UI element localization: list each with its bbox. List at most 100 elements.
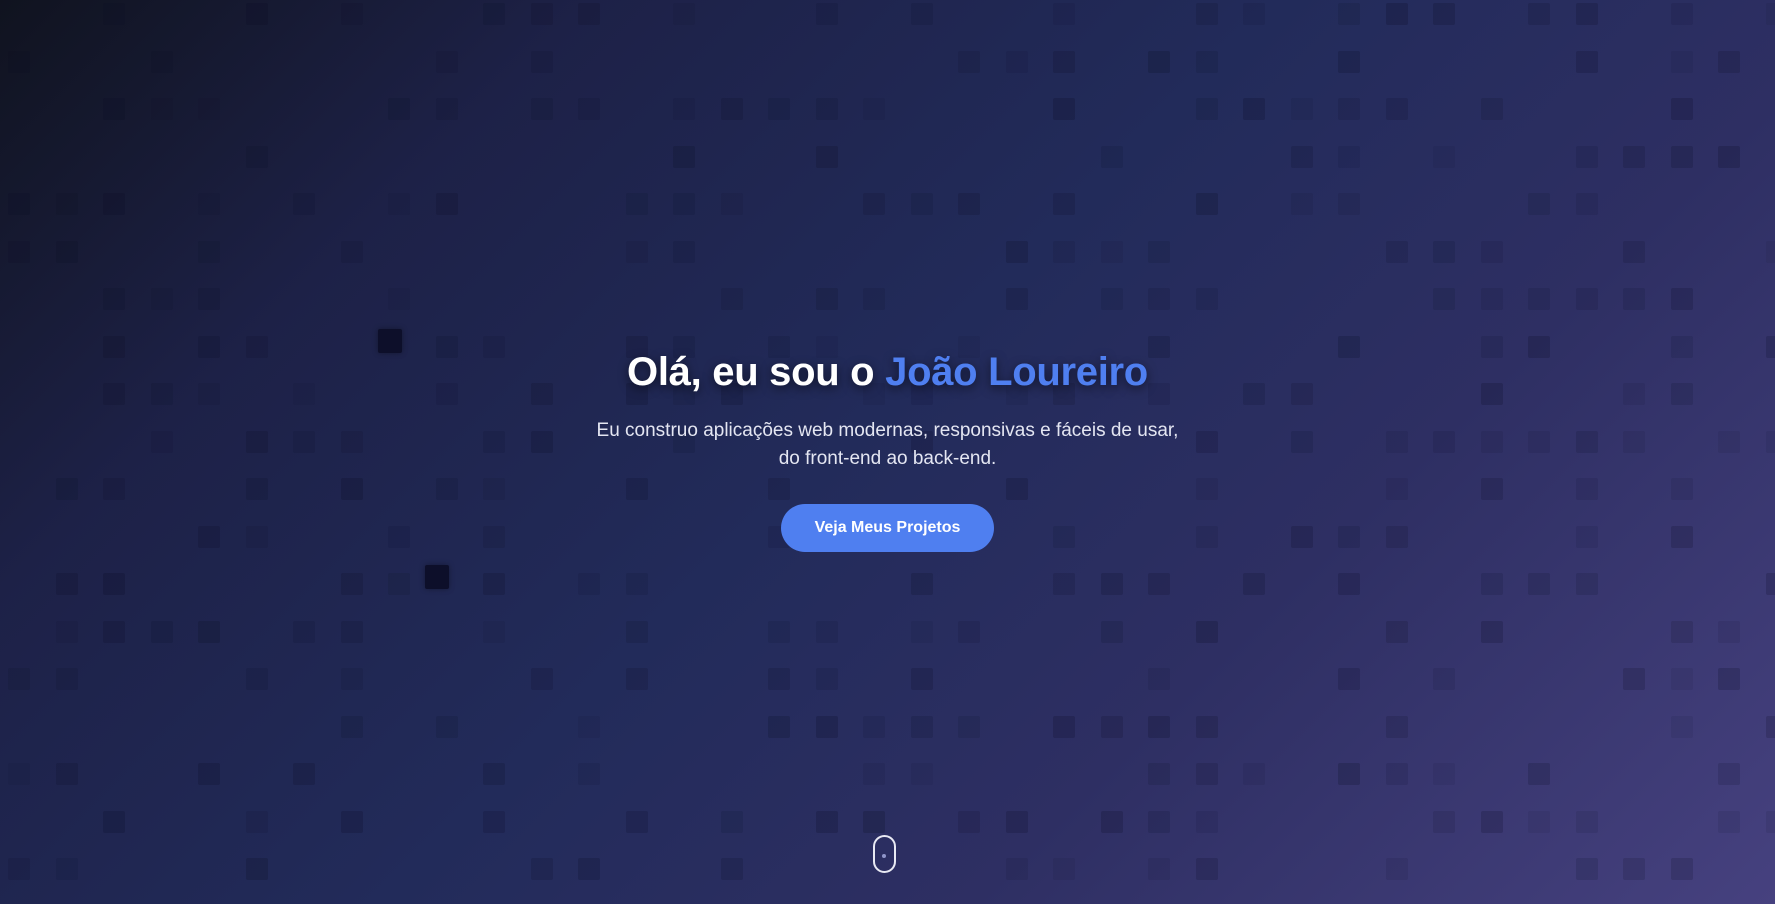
background-tile <box>198 240 220 263</box>
background-tile-highlight <box>425 565 449 589</box>
background-tile <box>8 763 30 785</box>
background-tile <box>720 810 743 833</box>
background-tile <box>1385 858 1408 880</box>
hero-subtitle-line-1: Eu construo aplicações web modernas, res… <box>596 420 1179 441</box>
background-tile <box>1148 50 1170 73</box>
background-tile <box>1433 668 1455 690</box>
background-tile <box>340 620 363 643</box>
background-tile <box>625 193 648 215</box>
background-tile <box>293 620 315 643</box>
background-tile <box>1338 50 1360 73</box>
background-tile <box>1053 50 1075 73</box>
hero-title: Olá, eu sou o João Loureiro <box>0 350 1775 395</box>
background-tile <box>958 715 980 738</box>
background-tile <box>150 620 173 643</box>
background-tile <box>103 810 125 833</box>
background-tile <box>435 50 458 73</box>
background-tile <box>1338 145 1360 168</box>
background-tile <box>673 145 695 168</box>
hero-section: Olá, eu sou o João Loureiro Eu construo … <box>0 350 1775 552</box>
background-tile <box>388 573 410 595</box>
background-tile <box>1765 3 1775 25</box>
background-tile <box>1100 810 1123 833</box>
background-tile <box>103 288 125 310</box>
background-tile <box>8 50 30 73</box>
background-tile <box>815 288 838 310</box>
background-tile <box>1765 240 1775 263</box>
background-tile <box>1385 763 1408 785</box>
background-tile <box>1480 620 1503 643</box>
background-tile <box>958 620 980 643</box>
background-tile <box>1433 288 1455 310</box>
background-tile <box>1765 715 1775 738</box>
background-tile <box>720 288 743 310</box>
background-tile <box>1385 620 1408 643</box>
background-tile <box>815 620 838 643</box>
background-tile <box>388 193 410 215</box>
background-tile <box>55 668 78 690</box>
background-tile <box>198 620 220 643</box>
background-tile <box>530 668 553 690</box>
view-projects-button[interactable]: Veja Meus Projetos <box>781 504 994 552</box>
mouse-scroll-icon[interactable] <box>873 835 896 873</box>
background-tile <box>1053 3 1075 25</box>
background-tile <box>1148 715 1170 738</box>
background-tile <box>1005 50 1028 73</box>
background-tile <box>1528 193 1550 215</box>
background-tile <box>1670 145 1693 168</box>
background-tile <box>720 858 743 880</box>
background-tile <box>958 50 980 73</box>
background-tile <box>815 3 838 25</box>
background-tile <box>1670 668 1693 690</box>
background-tile <box>1575 50 1598 73</box>
background-tile <box>8 858 30 880</box>
background-tile <box>245 145 268 168</box>
background-tile <box>1053 98 1075 120</box>
background-tile <box>958 193 980 215</box>
background-tile <box>863 715 885 738</box>
background-tile <box>1528 3 1550 25</box>
background-tile <box>530 98 553 120</box>
background-tile <box>1433 763 1455 785</box>
background-tile <box>1195 98 1218 120</box>
background-tile <box>863 763 885 785</box>
background-tile <box>1195 810 1218 833</box>
background-tile <box>1385 3 1408 25</box>
background-tile <box>1005 288 1028 310</box>
background-tile <box>1623 145 1645 168</box>
background-tile <box>293 193 315 215</box>
background-tile <box>1480 98 1503 120</box>
background-tile <box>55 763 78 785</box>
background-tile <box>245 3 268 25</box>
background-tile <box>815 810 838 833</box>
scroll-wheel-dot <box>882 854 886 858</box>
background-tile <box>1148 288 1170 310</box>
hero-subtitle: Eu construo aplicações web modernas, res… <box>548 417 1228 473</box>
background-tile <box>530 3 553 25</box>
background-tile <box>340 573 363 595</box>
background-tile <box>1195 193 1218 215</box>
background-tile <box>1575 810 1598 833</box>
background-tile <box>1575 858 1598 880</box>
background-tile <box>8 193 30 215</box>
background-tile <box>815 715 838 738</box>
background-tile <box>1575 288 1598 310</box>
background-tile <box>1290 98 1313 120</box>
background-tile <box>483 763 505 785</box>
background-tile <box>1718 145 1740 168</box>
background-tile <box>150 50 173 73</box>
background-tile <box>1528 763 1550 785</box>
background-tile <box>1528 573 1550 595</box>
background-tile <box>625 668 648 690</box>
background-tile <box>1195 50 1218 73</box>
background-tile <box>435 98 458 120</box>
background-tile <box>1338 3 1360 25</box>
background-tile <box>483 810 505 833</box>
background-tile <box>340 668 363 690</box>
background-tile <box>910 715 933 738</box>
background-tile <box>1575 3 1598 25</box>
background-tile <box>625 810 648 833</box>
background-tile <box>625 573 648 595</box>
background-tile <box>1338 98 1360 120</box>
background-tile <box>1670 3 1693 25</box>
